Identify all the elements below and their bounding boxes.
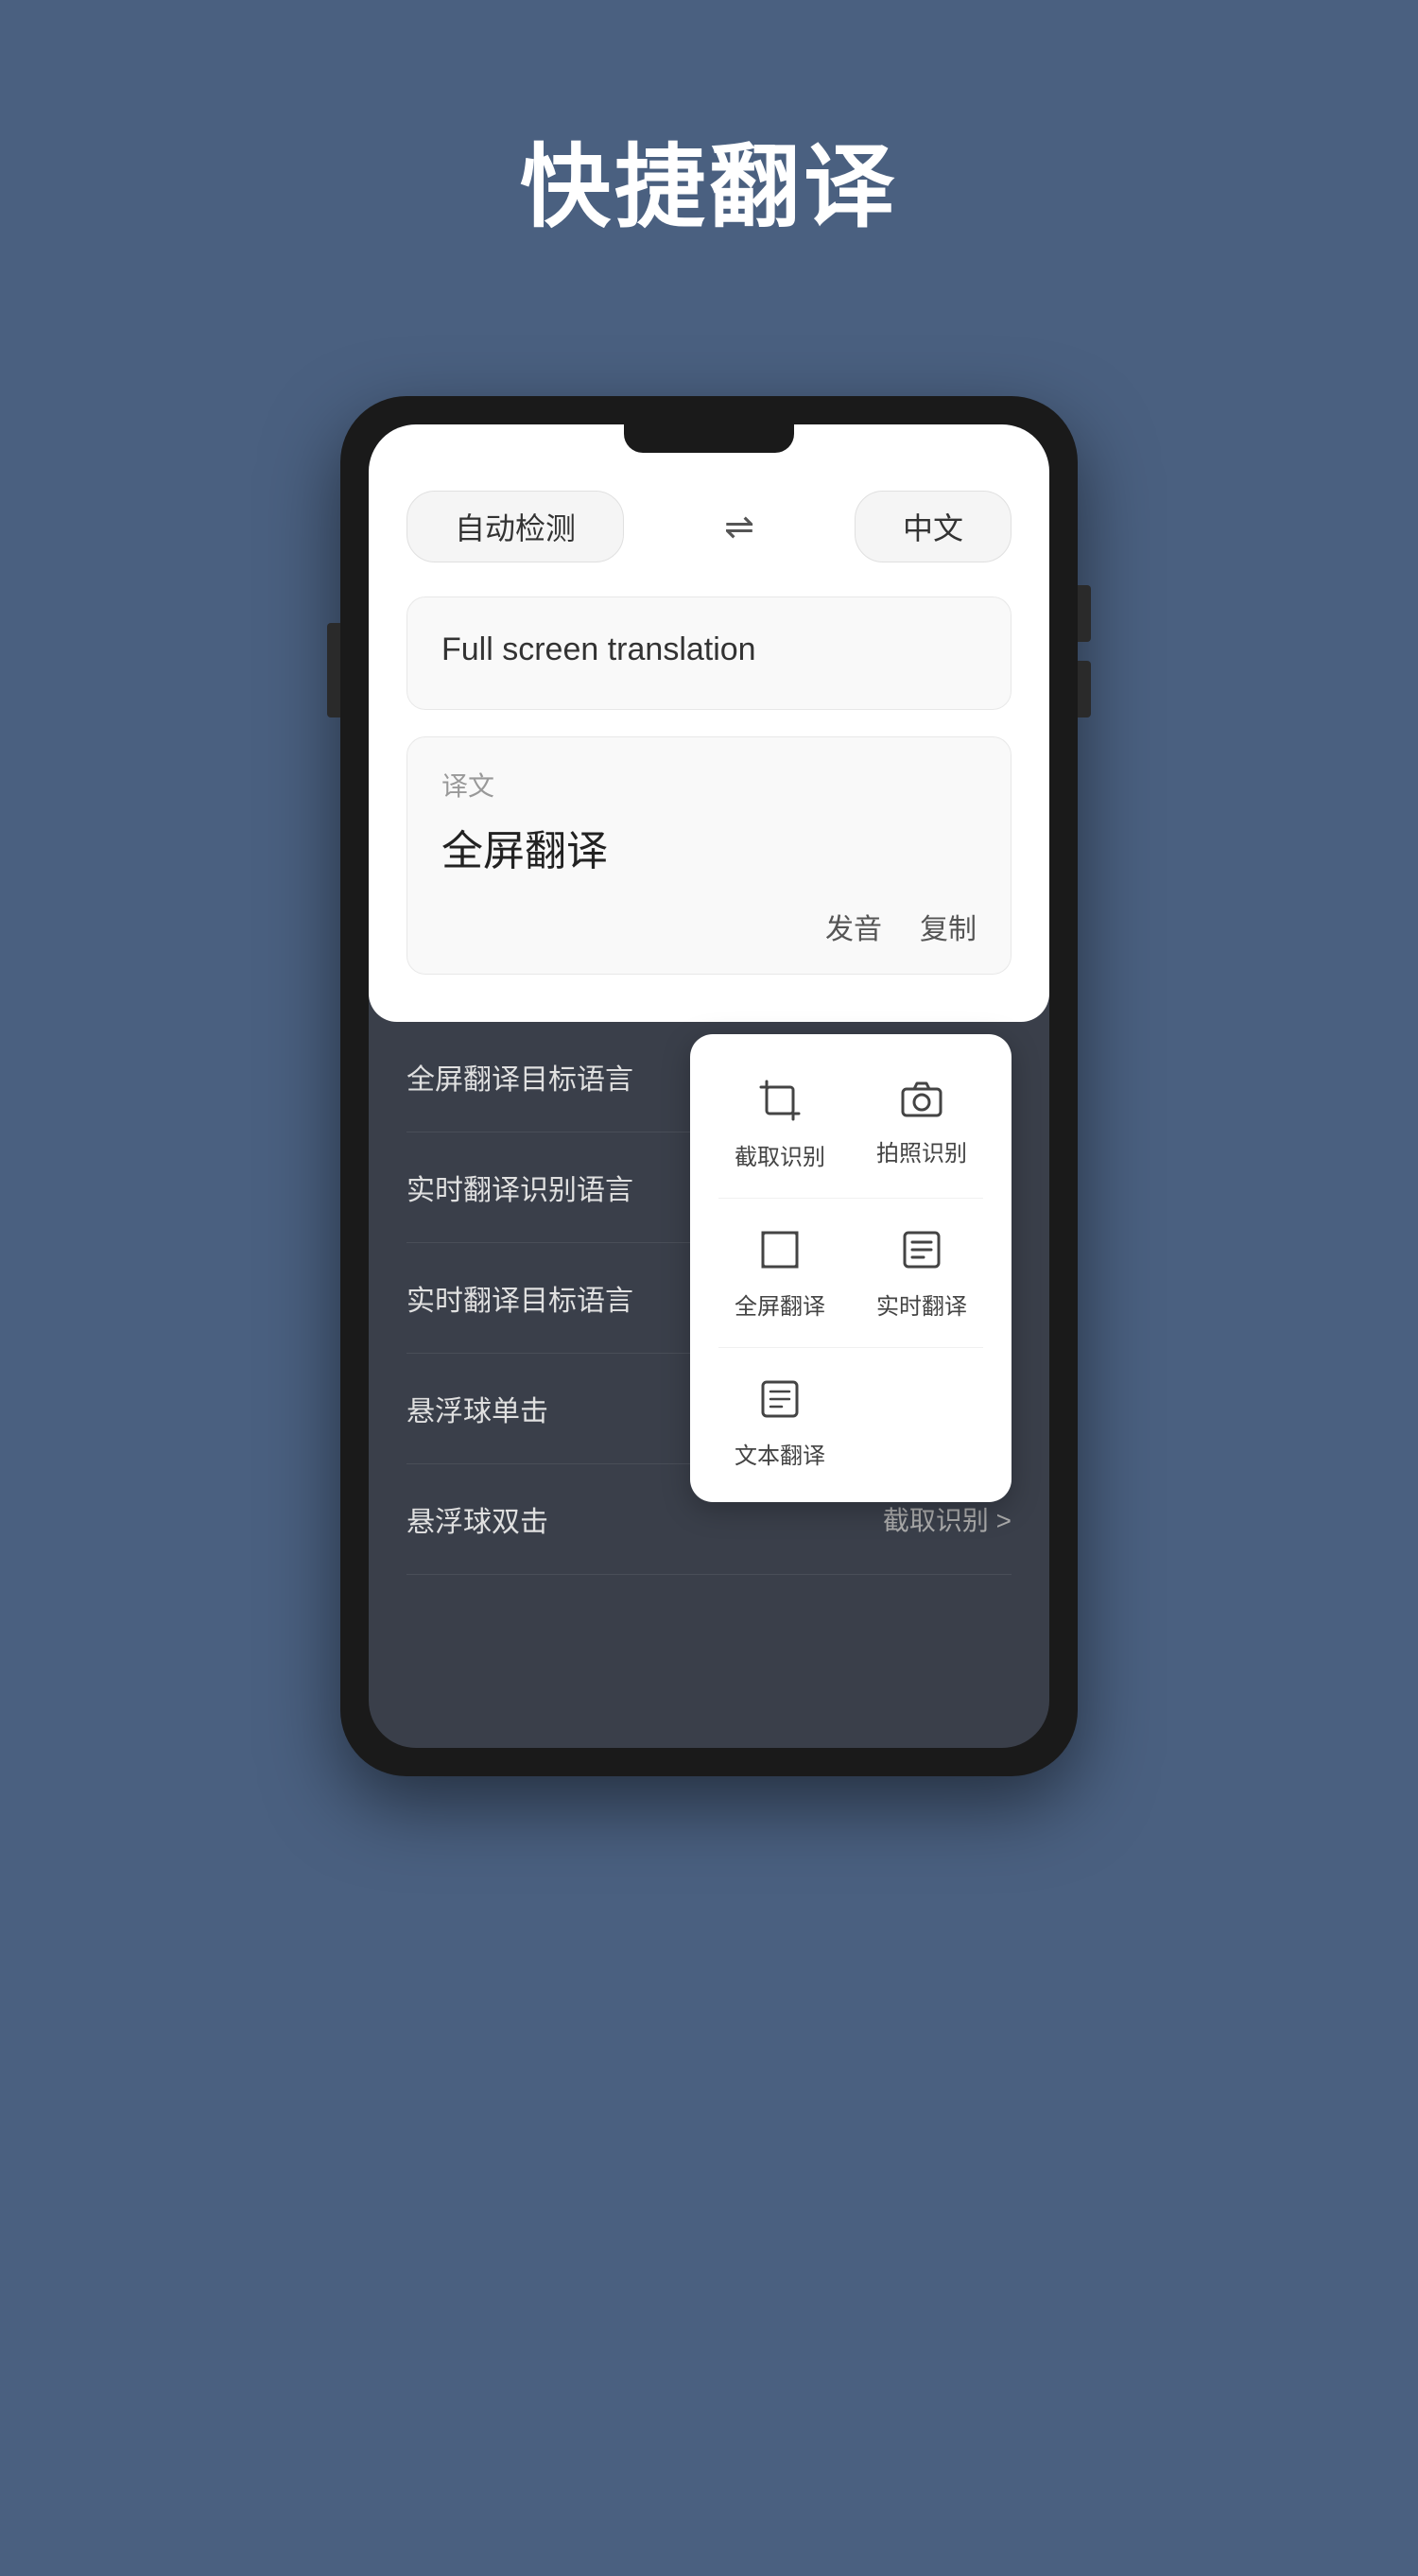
realtime-target-label: 实时翻译目标语言	[406, 1277, 633, 1319]
speak-button[interactable]: 发音	[825, 906, 882, 947]
quick-item-fullscreen[interactable]: 全屏翻译	[718, 1212, 841, 1334]
phone-notch	[624, 424, 794, 453]
volume-down-button	[1078, 661, 1091, 717]
phone-frame: 自动检测 ⇌ 中文 Full screen translation 译文 全屏翻…	[340, 396, 1078, 1776]
phone-screen: 自动检测 ⇌ 中文 Full screen translation 译文 全屏翻…	[369, 424, 1049, 1748]
quick-item-text[interactable]: 文本翻译	[718, 1361, 841, 1483]
popup-divider-2	[718, 1347, 983, 1348]
result-text: 全屏翻译	[441, 817, 977, 877]
fullscreen-icon	[759, 1229, 801, 1278]
language-selector-row: 自动检测 ⇌ 中文	[406, 462, 1012, 562]
source-language-button[interactable]: 自动检测	[406, 491, 624, 562]
input-text: Full screen translation	[441, 626, 977, 674]
realtime-source-label: 实时翻译识别语言	[406, 1167, 633, 1208]
crop-icon	[759, 1080, 801, 1129]
camera-label: 拍照识别	[876, 1134, 967, 1167]
copy-button[interactable]: 复制	[920, 906, 977, 947]
fullscreen-label: 全屏翻译	[735, 1288, 825, 1321]
realtime-icon	[901, 1229, 942, 1278]
crop-label: 截取识别	[735, 1138, 825, 1171]
swap-language-icon[interactable]: ⇌	[724, 506, 754, 548]
volume-up-button	[1078, 585, 1091, 642]
popup-divider-1	[718, 1198, 983, 1199]
input-area[interactable]: Full screen translation	[406, 596, 1012, 710]
fullscreen-lang-label: 全屏翻译目标语言	[406, 1056, 633, 1098]
result-actions: 发音 复制	[441, 906, 977, 947]
quick-item-realtime[interactable]: 实时翻译	[860, 1212, 983, 1334]
page-title: 快捷翻译	[520, 113, 898, 245]
translation-card: 自动检测 ⇌ 中文 Full screen translation 译文 全屏翻…	[369, 424, 1049, 1022]
quick-action-popup: 截取识别 拍照识别	[690, 1034, 1012, 1502]
quick-popup-grid: 截取识别 拍照识别	[718, 1063, 983, 1483]
result-area: 译文 全屏翻译 发音 复制	[406, 736, 1012, 975]
power-button	[327, 623, 340, 717]
quick-item-crop[interactable]: 截取识别	[718, 1063, 841, 1184]
realtime-label: 实时翻译	[876, 1288, 967, 1321]
camera-icon	[901, 1080, 942, 1125]
target-language-button[interactable]: 中文	[855, 491, 1012, 562]
text-translate-icon	[759, 1378, 801, 1427]
result-label: 译文	[441, 766, 977, 804]
quick-item-camera[interactable]: 拍照识别	[860, 1063, 983, 1184]
text-translate-label: 文本翻译	[735, 1437, 825, 1470]
float-double-value: 截取识别 >	[883, 1500, 1012, 1538]
float-single-label: 悬浮球单击	[406, 1388, 548, 1429]
phone-container: 自动检测 ⇌ 中文 Full screen translation 译文 全屏翻…	[340, 396, 1078, 1776]
float-double-label: 悬浮球双击	[406, 1498, 548, 1540]
